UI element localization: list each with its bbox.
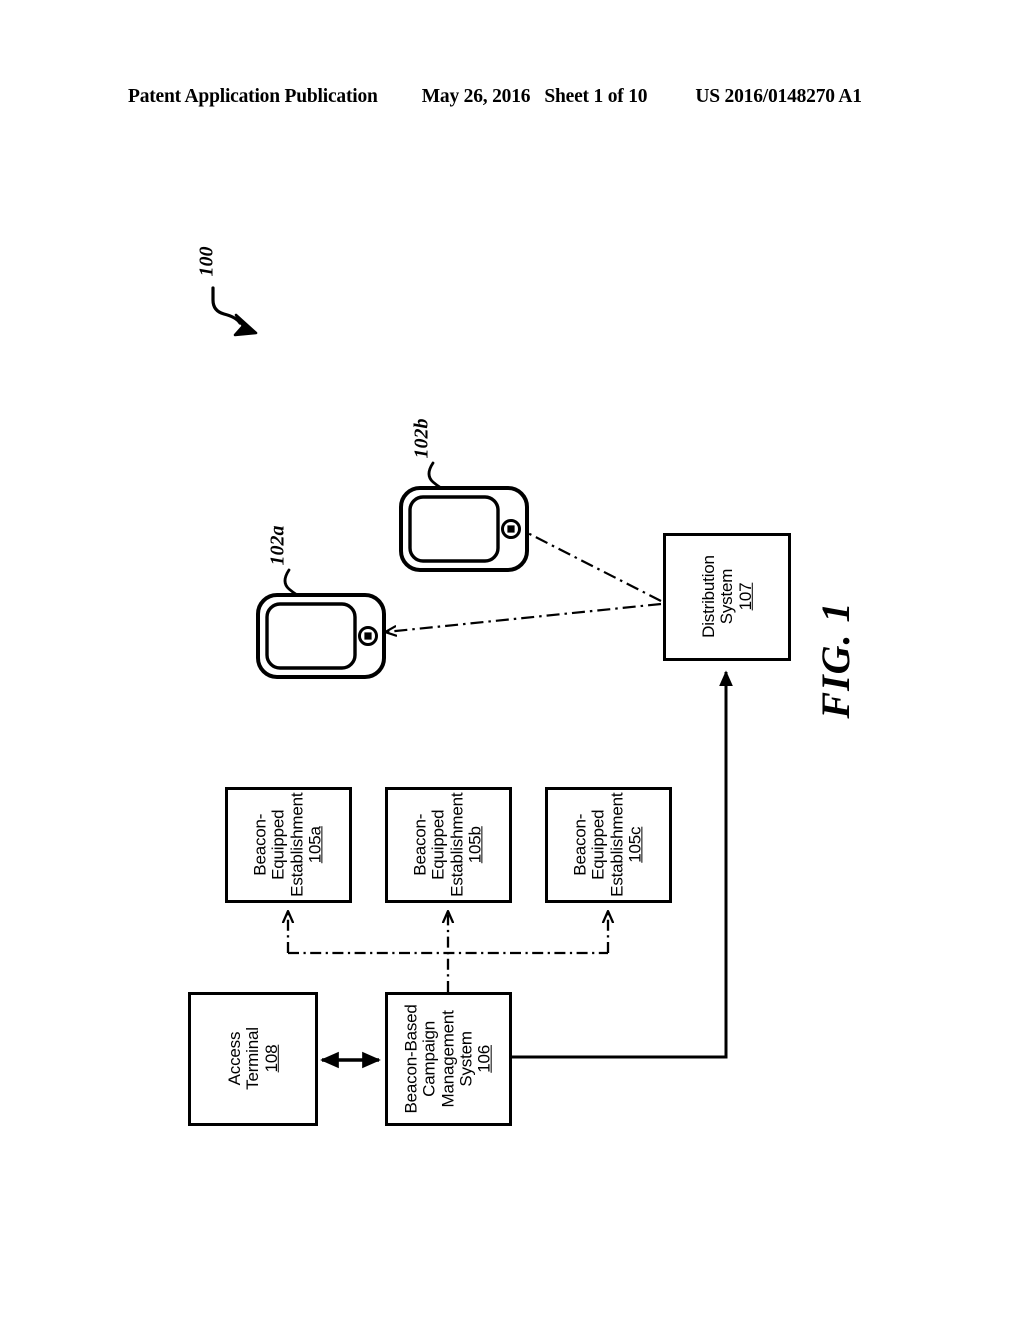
establishment-105b-line-1: Beacon- [410,814,430,876]
refnum-100: 100 [195,246,218,277]
figure-label: FIG. 1 [813,601,858,719]
wireless-link-distribution-to-102b [512,525,662,602]
box-access-terminal[interactable]: Access Terminal 108 [188,992,318,1126]
device-screen-102b [408,495,500,563]
access-terminal-numeral: 108 [261,1045,281,1073]
box-distribution-system[interactable]: Distribution System 107 [663,533,791,661]
system-100-leader [211,286,258,337]
link-campaign-to-establishments [288,912,608,992]
campaign-system-line-1: Beacon-Based [401,1004,421,1114]
establishment-105a-numeral: 105a [305,826,325,864]
establishment-105c-numeral: 105c [625,826,645,864]
campaign-system-line-4: System [456,1031,476,1087]
distribution-system-line-2: System [716,569,736,625]
box-establishment-105b[interactable]: Beacon- Equipped Establishment 105b [385,787,512,903]
refnum-102b: 102b [410,418,433,459]
access-terminal-line-1: Access [224,1032,244,1086]
establishment-105c-line-3: Establishment [607,792,627,898]
refnum-102a: 102a [266,525,289,566]
mobile-device-102b[interactable] [398,485,530,573]
box-establishment-105c[interactable]: Beacon- Equipped Establishment 105c [545,787,672,903]
establishment-105c-line-2: Equipped [589,809,609,881]
mobile-device-102a[interactable] [255,592,387,680]
device-screen-102a [265,602,357,670]
box-campaign-management-system[interactable]: Beacon-Based Campaign Management System … [385,992,512,1126]
wireless-link-distribution-to-102a [386,602,662,632]
establishment-105b-line-2: Equipped [429,809,449,881]
campaign-system-numeral: 106 [475,1045,495,1073]
establishment-105b-numeral: 105b [465,826,485,864]
establishment-105a-line-2: Equipped [269,809,289,881]
figure-linework [211,286,733,1069]
establishment-105a-line-1: Beacon- [250,814,270,876]
establishment-105b-line-3: Establishment [447,792,467,898]
campaign-system-line-2: Campaign [419,1021,439,1097]
access-terminal-line-2: Terminal [242,1027,262,1091]
distribution-system-line-1: Distribution [698,555,718,639]
figure-1-drawing: 100 102a 102b Distribution System 107 Be… [0,0,1024,1320]
establishment-105c-line-1: Beacon- [570,814,590,876]
device-home-button-102b[interactable] [501,519,521,539]
device-home-button-102a[interactable] [358,626,378,646]
establishment-105a-line-3: Establishment [287,792,307,898]
box-establishment-105a[interactable]: Beacon- Equipped Establishment 105a [225,787,352,903]
distribution-system-numeral: 107 [735,583,755,611]
campaign-system-line-3: Management [438,1010,458,1108]
